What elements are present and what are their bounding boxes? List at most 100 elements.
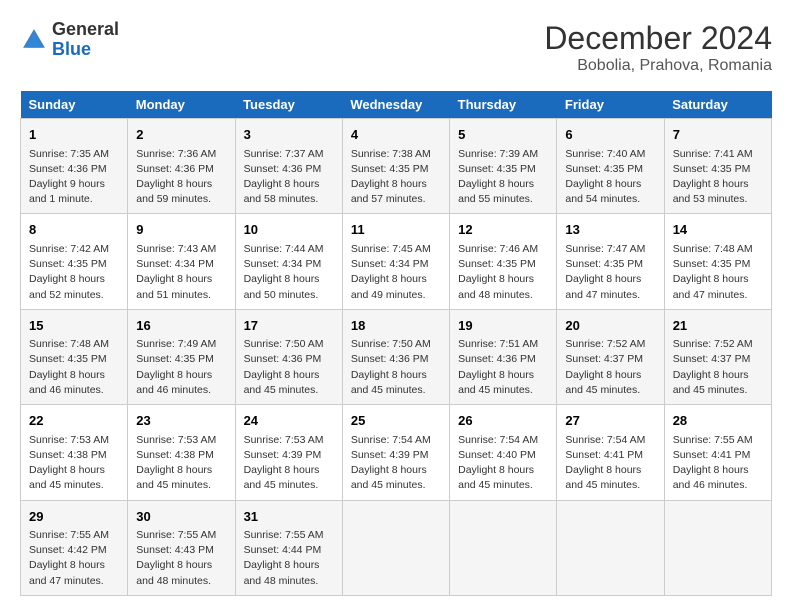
month-year: December 2024 (544, 20, 772, 57)
calendar-cell: 5Sunrise: 7:39 AMSunset: 4:35 PMDaylight… (450, 119, 557, 214)
calendar-cell: 23Sunrise: 7:53 AMSunset: 4:38 PMDayligh… (128, 405, 235, 500)
calendar-cell: 16Sunrise: 7:49 AMSunset: 4:35 PMDayligh… (128, 309, 235, 404)
day-number: 31 (244, 507, 334, 527)
calendar-row: 1Sunrise: 7:35 AMSunset: 4:36 PMDaylight… (21, 119, 772, 214)
calendar-cell: 4Sunrise: 7:38 AMSunset: 4:35 PMDaylight… (342, 119, 449, 214)
logo-line1: General (52, 20, 119, 40)
cell-content: Sunrise: 7:50 AMSunset: 4:36 PMDaylight … (351, 337, 441, 398)
calendar-cell: 1Sunrise: 7:35 AMSunset: 4:36 PMDaylight… (21, 119, 128, 214)
calendar-cell: 8Sunrise: 7:42 AMSunset: 4:35 PMDaylight… (21, 214, 128, 309)
calendar-cell: 29Sunrise: 7:55 AMSunset: 4:42 PMDayligh… (21, 500, 128, 595)
calendar-cell: 28Sunrise: 7:55 AMSunset: 4:41 PMDayligh… (664, 405, 771, 500)
cell-content: Sunrise: 7:50 AMSunset: 4:36 PMDaylight … (244, 337, 334, 398)
cell-content: Sunrise: 7:52 AMSunset: 4:37 PMDaylight … (565, 337, 655, 398)
logo-text: General Blue (52, 20, 119, 60)
cell-content: Sunrise: 7:36 AMSunset: 4:36 PMDaylight … (136, 147, 226, 208)
cell-content: Sunrise: 7:47 AMSunset: 4:35 PMDaylight … (565, 242, 655, 303)
calendar-cell (342, 500, 449, 595)
calendar-cell: 24Sunrise: 7:53 AMSunset: 4:39 PMDayligh… (235, 405, 342, 500)
cell-content: Sunrise: 7:38 AMSunset: 4:35 PMDaylight … (351, 147, 441, 208)
day-number: 7 (673, 125, 763, 145)
calendar-cell: 26Sunrise: 7:54 AMSunset: 4:40 PMDayligh… (450, 405, 557, 500)
day-number: 19 (458, 316, 548, 336)
calendar-cell: 17Sunrise: 7:50 AMSunset: 4:36 PMDayligh… (235, 309, 342, 404)
calendar-cell: 27Sunrise: 7:54 AMSunset: 4:41 PMDayligh… (557, 405, 664, 500)
day-number: 14 (673, 220, 763, 240)
calendar-cell: 14Sunrise: 7:48 AMSunset: 4:35 PMDayligh… (664, 214, 771, 309)
cell-content: Sunrise: 7:42 AMSunset: 4:35 PMDaylight … (29, 242, 119, 303)
cell-content: Sunrise: 7:54 AMSunset: 4:40 PMDaylight … (458, 433, 548, 494)
day-number: 12 (458, 220, 548, 240)
calendar-cell: 6Sunrise: 7:40 AMSunset: 4:35 PMDaylight… (557, 119, 664, 214)
day-number: 24 (244, 411, 334, 431)
day-number: 17 (244, 316, 334, 336)
col-friday: Friday (557, 91, 664, 119)
cell-content: Sunrise: 7:55 AMSunset: 4:42 PMDaylight … (29, 528, 119, 589)
title-block: December 2024 Bobolia, Prahova, Romania (544, 20, 772, 75)
calendar-cell: 10Sunrise: 7:44 AMSunset: 4:34 PMDayligh… (235, 214, 342, 309)
day-number: 6 (565, 125, 655, 145)
cell-content: Sunrise: 7:39 AMSunset: 4:35 PMDaylight … (458, 147, 548, 208)
cell-content: Sunrise: 7:52 AMSunset: 4:37 PMDaylight … (673, 337, 763, 398)
day-number: 13 (565, 220, 655, 240)
day-number: 22 (29, 411, 119, 431)
logo-line2: Blue (52, 40, 119, 60)
day-number: 8 (29, 220, 119, 240)
page-header: General Blue December 2024 Bobolia, Prah… (20, 20, 772, 75)
day-number: 26 (458, 411, 548, 431)
calendar-cell: 18Sunrise: 7:50 AMSunset: 4:36 PMDayligh… (342, 309, 449, 404)
calendar-row: 8Sunrise: 7:42 AMSunset: 4:35 PMDaylight… (21, 214, 772, 309)
day-number: 5 (458, 125, 548, 145)
day-number: 1 (29, 125, 119, 145)
col-thursday: Thursday (450, 91, 557, 119)
cell-content: Sunrise: 7:37 AMSunset: 4:36 PMDaylight … (244, 147, 334, 208)
location: Bobolia, Prahova, Romania (544, 57, 772, 75)
cell-content: Sunrise: 7:55 AMSunset: 4:41 PMDaylight … (673, 433, 763, 494)
logo-icon (20, 26, 48, 54)
day-number: 9 (136, 220, 226, 240)
cell-content: Sunrise: 7:46 AMSunset: 4:35 PMDaylight … (458, 242, 548, 303)
cell-content: Sunrise: 7:41 AMSunset: 4:35 PMDaylight … (673, 147, 763, 208)
day-number: 4 (351, 125, 441, 145)
cell-content: Sunrise: 7:48 AMSunset: 4:35 PMDaylight … (673, 242, 763, 303)
cell-content: Sunrise: 7:55 AMSunset: 4:44 PMDaylight … (244, 528, 334, 589)
logo: General Blue (20, 20, 119, 60)
day-number: 2 (136, 125, 226, 145)
cell-content: Sunrise: 7:35 AMSunset: 4:36 PMDaylight … (29, 147, 119, 208)
day-number: 30 (136, 507, 226, 527)
day-number: 25 (351, 411, 441, 431)
day-number: 20 (565, 316, 655, 336)
calendar-cell: 15Sunrise: 7:48 AMSunset: 4:35 PMDayligh… (21, 309, 128, 404)
col-wednesday: Wednesday (342, 91, 449, 119)
calendar-cell: 12Sunrise: 7:46 AMSunset: 4:35 PMDayligh… (450, 214, 557, 309)
day-number: 15 (29, 316, 119, 336)
cell-content: Sunrise: 7:44 AMSunset: 4:34 PMDaylight … (244, 242, 334, 303)
day-number: 28 (673, 411, 763, 431)
cell-content: Sunrise: 7:49 AMSunset: 4:35 PMDaylight … (136, 337, 226, 398)
calendar-cell: 19Sunrise: 7:51 AMSunset: 4:36 PMDayligh… (450, 309, 557, 404)
calendar-cell: 31Sunrise: 7:55 AMSunset: 4:44 PMDayligh… (235, 500, 342, 595)
day-number: 18 (351, 316, 441, 336)
day-number: 16 (136, 316, 226, 336)
calendar-cell (557, 500, 664, 595)
calendar-row: 22Sunrise: 7:53 AMSunset: 4:38 PMDayligh… (21, 405, 772, 500)
calendar-cell (664, 500, 771, 595)
day-number: 23 (136, 411, 226, 431)
cell-content: Sunrise: 7:48 AMSunset: 4:35 PMDaylight … (29, 337, 119, 398)
col-tuesday: Tuesday (235, 91, 342, 119)
cell-content: Sunrise: 7:40 AMSunset: 4:35 PMDaylight … (565, 147, 655, 208)
calendar-cell (450, 500, 557, 595)
col-sunday: Sunday (21, 91, 128, 119)
day-number: 21 (673, 316, 763, 336)
calendar-cell: 3Sunrise: 7:37 AMSunset: 4:36 PMDaylight… (235, 119, 342, 214)
cell-content: Sunrise: 7:55 AMSunset: 4:43 PMDaylight … (136, 528, 226, 589)
calendar-cell: 7Sunrise: 7:41 AMSunset: 4:35 PMDaylight… (664, 119, 771, 214)
calendar-table: Sunday Monday Tuesday Wednesday Thursday… (20, 91, 772, 596)
calendar-cell: 22Sunrise: 7:53 AMSunset: 4:38 PMDayligh… (21, 405, 128, 500)
col-saturday: Saturday (664, 91, 771, 119)
calendar-cell: 20Sunrise: 7:52 AMSunset: 4:37 PMDayligh… (557, 309, 664, 404)
day-number: 27 (565, 411, 655, 431)
cell-content: Sunrise: 7:54 AMSunset: 4:39 PMDaylight … (351, 433, 441, 494)
cell-content: Sunrise: 7:51 AMSunset: 4:36 PMDaylight … (458, 337, 548, 398)
calendar-cell: 11Sunrise: 7:45 AMSunset: 4:34 PMDayligh… (342, 214, 449, 309)
